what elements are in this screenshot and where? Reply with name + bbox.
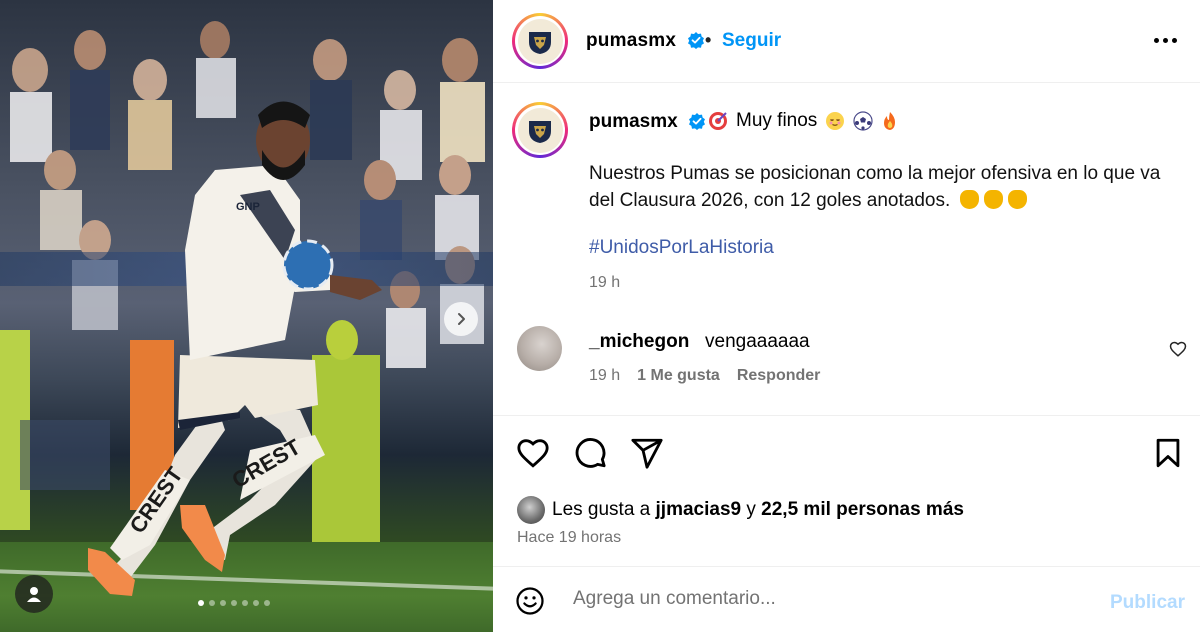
more-dot [1163,38,1168,43]
carousel-dot [198,600,204,606]
caption-headline: Muy finos [736,110,818,131]
likes-summary: Les gusta a jjmacias9 y 22,5 mil persona… [517,496,964,524]
more-dot [1172,38,1177,43]
liker-username[interactable]: jjmacias9 [656,499,742,521]
soccer-ball-emoji-icon [853,111,873,131]
comment-likes-count[interactable]: 1 Me gusta [637,367,720,385]
more-dot [1154,38,1159,43]
caption-text: Nuestros Pumas se posicionan como la mej… [589,160,1179,214]
likes-connector: y [746,499,756,520]
caption-body: Nuestros Pumas se posicionan como la mej… [589,163,1161,211]
carousel-dot [231,600,237,606]
post-timestamp[interactable]: Hace 19 horas [517,529,621,547]
caption-username[interactable]: pumasmx [589,111,706,133]
carousel-dot [242,600,248,606]
verified-badge-icon [688,113,705,130]
author-username[interactable]: pumasmx [586,30,705,52]
post-media[interactable]: CREST CREST GNP [0,0,493,632]
share-icon[interactable] [630,436,664,470]
clapping-hands-emoji-icon [984,190,1004,209]
relieved-face-emoji-icon [826,112,845,130]
author-username-text[interactable]: pumasmx [586,30,676,51]
caption-username-text[interactable]: pumasmx [589,111,678,132]
comment-like-heart-icon[interactable] [1169,340,1187,358]
liker-avatar[interactable] [517,496,545,524]
hashtag-link[interactable]: #UnidosPorLaHistoria [589,237,774,259]
carousel-dot [264,600,270,606]
post-header: pumasmx • Seguir [493,0,1200,83]
verified-badge-icon [687,32,704,49]
follow-button[interactable]: Seguir [722,30,781,52]
bookmark-icon[interactable] [1151,436,1185,470]
caption-timestamp[interactable]: 19 h [589,274,620,292]
carousel-next-button[interactable] [444,302,478,336]
author-avatar[interactable] [512,13,568,69]
comment-timestamp[interactable]: 19 h [589,367,620,385]
caption-author-avatar[interactable] [512,102,568,158]
publish-button[interactable]: Publicar [1110,592,1185,614]
fire-emoji-icon [884,112,896,130]
carousel-dot [220,600,226,606]
pumas-logo-icon [529,121,551,143]
comment-text: vengaaaaaa [705,331,810,352]
clapping-hands-emoji-icon [1008,190,1028,209]
commenter-avatar[interactable] [517,326,562,371]
header-separator: • [705,30,712,50]
commenter-username[interactable]: _michegon [589,331,689,353]
chevron-right-icon [458,313,465,325]
carousel-indicator [198,600,270,606]
caption-first-line: Muy finos [708,110,899,132]
comment-meta: 19 h 1 Me gusta Responder [589,367,820,385]
carousel-dot [253,600,259,606]
svg-text:GNP: GNP [236,201,260,213]
comment-icon[interactable] [573,436,607,470]
reply-button[interactable]: Responder [737,367,821,385]
likes-prefix: Les gusta a [552,499,651,520]
heart-icon[interactable] [516,436,550,470]
pumas-logo-icon [529,32,551,54]
emoji-icon[interactable] [515,586,545,616]
post-side-panel: pumasmx • Seguir pumasmx Muy finos Nuest… [493,0,1200,632]
likes-others-count[interactable]: 22,5 mil personas más [761,499,964,521]
player-figure: CREST CREST GNP [88,101,382,596]
comment-input[interactable] [573,581,1073,617]
user-tag-icon [27,587,41,602]
more-options-icon[interactable] [1154,38,1177,43]
post-actions: Les gusta a jjmacias9 y 22,5 mil persona… [493,415,1200,632]
clapping-hands-emoji-icon [960,190,980,209]
comment-composer: Publicar [493,566,1200,632]
tagged-users-button[interactable] [15,575,53,613]
target-emoji-icon [709,112,727,130]
carousel-dot [209,600,215,606]
